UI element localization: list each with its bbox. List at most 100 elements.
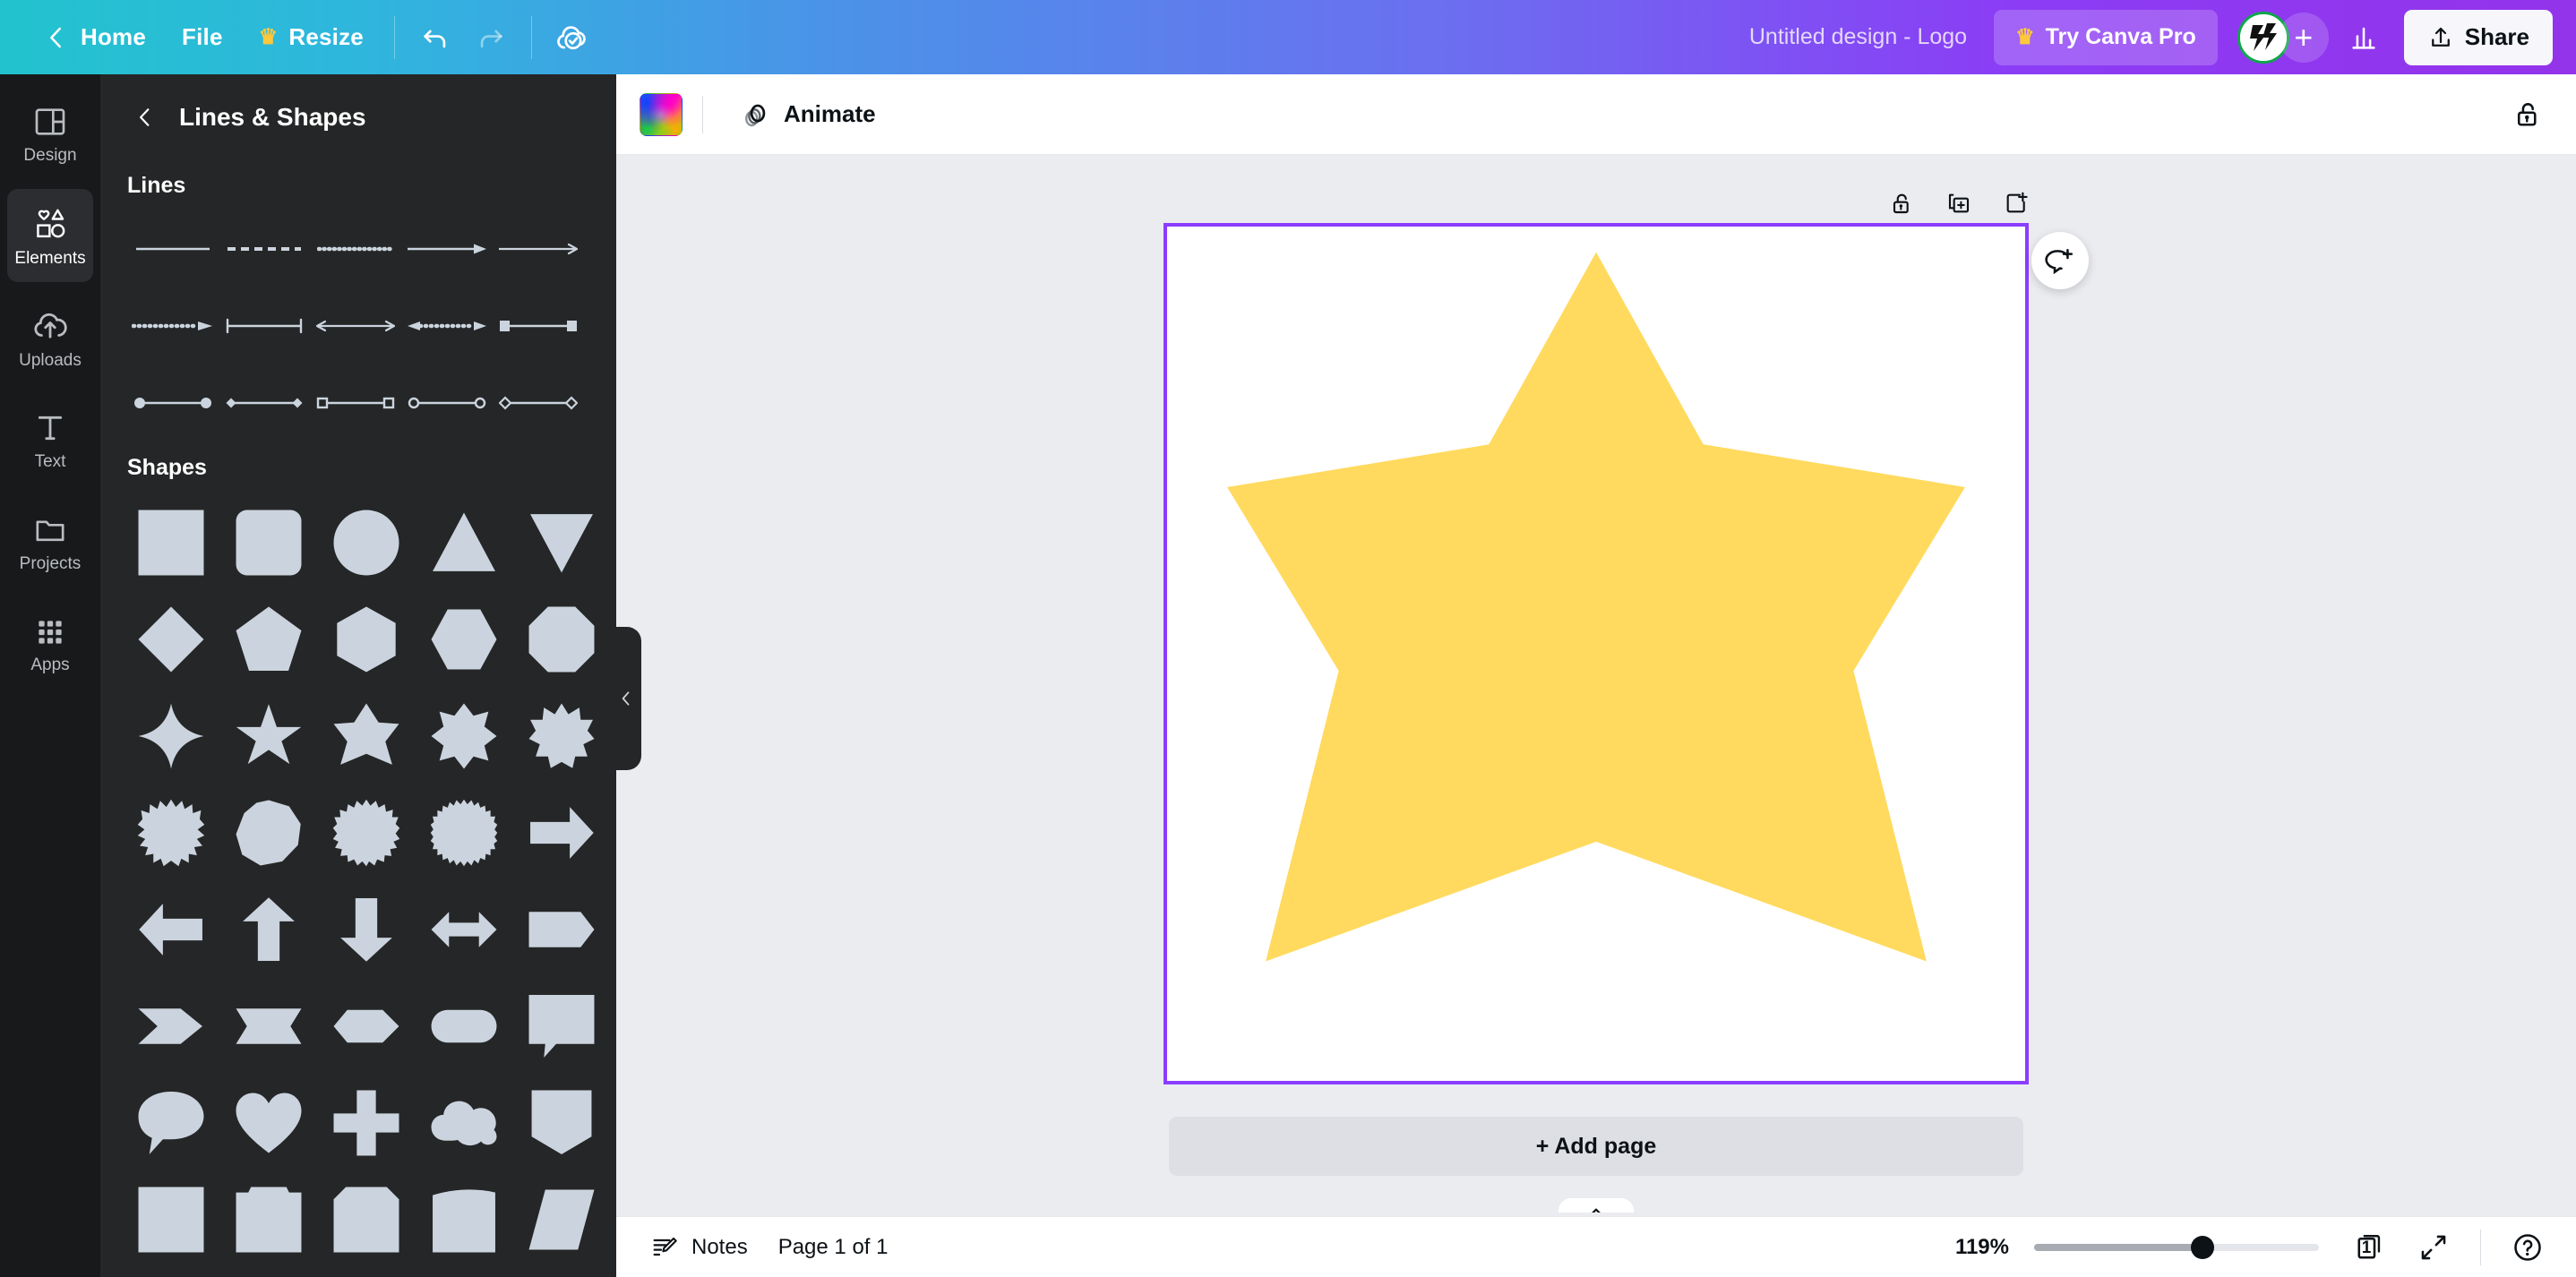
solid-line-icon — [136, 247, 210, 251]
saved-status-button[interactable] — [545, 10, 600, 65]
shape-cloud[interactable] — [418, 1077, 510, 1169]
sidebar-item-text[interactable]: Text — [7, 393, 93, 486]
panel-back-button[interactable] — [127, 99, 163, 135]
sidebar-item-uploads[interactable]: Uploads — [7, 291, 93, 384]
redo-button[interactable] — [463, 10, 519, 65]
shape-hexagon-flat[interactable] — [418, 594, 510, 685]
add-comment-button[interactable] — [2031, 232, 2089, 289]
shape-pennant-right[interactable] — [516, 884, 607, 975]
try-canva-pro-button[interactable]: ♛ Try Canva Pro — [1994, 9, 2218, 65]
line-diamond-ended[interactable] — [219, 383, 310, 423]
line-dotted-double-arrow[interactable] — [401, 306, 493, 346]
shape-octagon[interactable] — [516, 594, 607, 685]
shape-speech-round[interactable] — [125, 1077, 217, 1169]
shape-eight-point-star[interactable] — [418, 690, 510, 782]
line-circle-ended[interactable] — [127, 383, 219, 423]
line-hollow-diamond-ended[interactable] — [493, 383, 584, 423]
add-page-button[interactable] — [1992, 179, 2040, 227]
share-upload-icon — [2431, 27, 2450, 47]
design-icon — [35, 107, 65, 135]
shape-ribbon[interactable] — [223, 981, 314, 1072]
shape-chevron-right[interactable] — [125, 981, 217, 1072]
shapes-section-heading: Shapes — [127, 455, 207, 480]
document-title-input[interactable]: Untitled design - Logo — [1730, 13, 1987, 63]
collapse-pages-tab[interactable] — [1558, 1198, 1634, 1213]
sidebar-item-design[interactable]: Design — [7, 87, 93, 180]
shape-circle[interactable] — [321, 497, 412, 588]
shape-arrow-double[interactable] — [418, 884, 510, 975]
line-dashed[interactable] — [219, 229, 310, 269]
line-thin-arrow[interactable] — [493, 229, 584, 269]
undo-button[interactable] — [408, 10, 463, 65]
file-menu-button[interactable]: File — [164, 13, 241, 63]
lock-page-button[interactable] — [1877, 179, 1926, 227]
add-page-strip-button[interactable]: + Add page — [1169, 1117, 2023, 1176]
shape-banner-down[interactable] — [516, 1077, 607, 1169]
shape-speech-square[interactable] — [516, 981, 607, 1072]
shape-arrow-down[interactable] — [321, 884, 412, 975]
shape-twenty-point-burst[interactable] — [321, 787, 412, 878]
shape-triangle-down[interactable] — [516, 497, 607, 588]
shape-rectangle[interactable] — [125, 1174, 217, 1265]
shape-diamond[interactable] — [125, 594, 217, 685]
shape-clipped-card[interactable] — [321, 1174, 412, 1265]
line-solid[interactable] — [127, 229, 219, 269]
shape-nonagon-blob[interactable] — [223, 787, 314, 878]
line-solid-arrow[interactable] — [401, 229, 493, 269]
share-button[interactable]: Share — [2403, 9, 2553, 65]
shape-parallelogram[interactable] — [516, 1174, 607, 1265]
add-collaborator-button[interactable]: + — [2278, 12, 2329, 63]
shape-arrow-right[interactable] — [516, 787, 607, 878]
arrow-right-icon — [530, 807, 594, 859]
resize-button[interactable]: ♛ Resize — [241, 13, 382, 63]
shape-curved-card[interactable] — [418, 1174, 510, 1265]
shape-hexagon-tag[interactable] — [321, 981, 412, 1072]
shape-cross[interactable] — [321, 1077, 412, 1169]
canvas-workspace[interactable]: + Add page — [616, 155, 2576, 1213]
back-home-button[interactable]: Home — [25, 13, 164, 63]
shape-thirty-point-burst[interactable] — [418, 787, 510, 878]
sidebar-item-projects[interactable]: Projects — [7, 495, 93, 588]
shape-sixteen-point-burst[interactable] — [125, 787, 217, 878]
shape-four-point-star[interactable] — [125, 690, 217, 782]
shape-pentagon[interactable] — [223, 594, 314, 685]
shape-arrow-left[interactable] — [125, 884, 217, 975]
line-dotted-arrow[interactable] — [127, 306, 219, 346]
lock-design-button[interactable] — [2503, 90, 2553, 140]
shape-hexagon[interactable] — [321, 594, 412, 685]
shape-tab-card[interactable] — [223, 1174, 314, 1265]
color-picker-swatch[interactable] — [640, 92, 683, 136]
panel-collapse-handle[interactable] — [611, 627, 641, 770]
line-bar-ended[interactable] — [219, 306, 310, 346]
shape-five-point-star[interactable] — [223, 690, 314, 782]
insights-button[interactable] — [2336, 10, 2391, 65]
zoom-slider[interactable] — [2034, 1235, 2319, 1259]
shape-triangle[interactable] — [418, 497, 510, 588]
line-hollow-circle-ended[interactable] — [401, 383, 493, 423]
duplicate-page-button[interactable] — [1935, 179, 1983, 227]
six-point-star-element[interactable] — [1167, 227, 2025, 1081]
shape-square[interactable] — [125, 497, 217, 588]
design-page[interactable] — [1163, 223, 2029, 1084]
sidebar-item-elements[interactable]: Elements — [7, 189, 93, 282]
zoom-slider-knob[interactable] — [2190, 1235, 2214, 1259]
line-double-arrow[interactable] — [310, 306, 401, 346]
animate-button[interactable]: Animate — [723, 88, 892, 141]
shape-arrow-up[interactable] — [223, 884, 314, 975]
shape-stadium[interactable] — [418, 981, 510, 1072]
grid-view-button[interactable]: 1 — [2344, 1222, 2394, 1273]
notes-button[interactable]: Notes — [636, 1224, 762, 1271]
line-square-ended[interactable] — [493, 306, 584, 346]
fullscreen-button[interactable] — [2409, 1222, 2459, 1273]
divider — [530, 15, 532, 59]
line-hollow-square-ended[interactable] — [310, 383, 401, 423]
help-button[interactable] — [2503, 1222, 2553, 1273]
line-dotted[interactable] — [310, 229, 401, 269]
shape-heart[interactable] — [223, 1077, 314, 1169]
shape-rounded-square[interactable] — [223, 497, 314, 588]
arrow-down-icon — [340, 898, 392, 962]
left-rail: Design Elements Uploads Text Projects Ap… — [0, 74, 100, 1277]
shape-six-point-star[interactable] — [321, 690, 412, 782]
sidebar-item-apps[interactable]: Apps — [7, 597, 93, 690]
shape-ten-point-burst[interactable] — [516, 690, 607, 782]
